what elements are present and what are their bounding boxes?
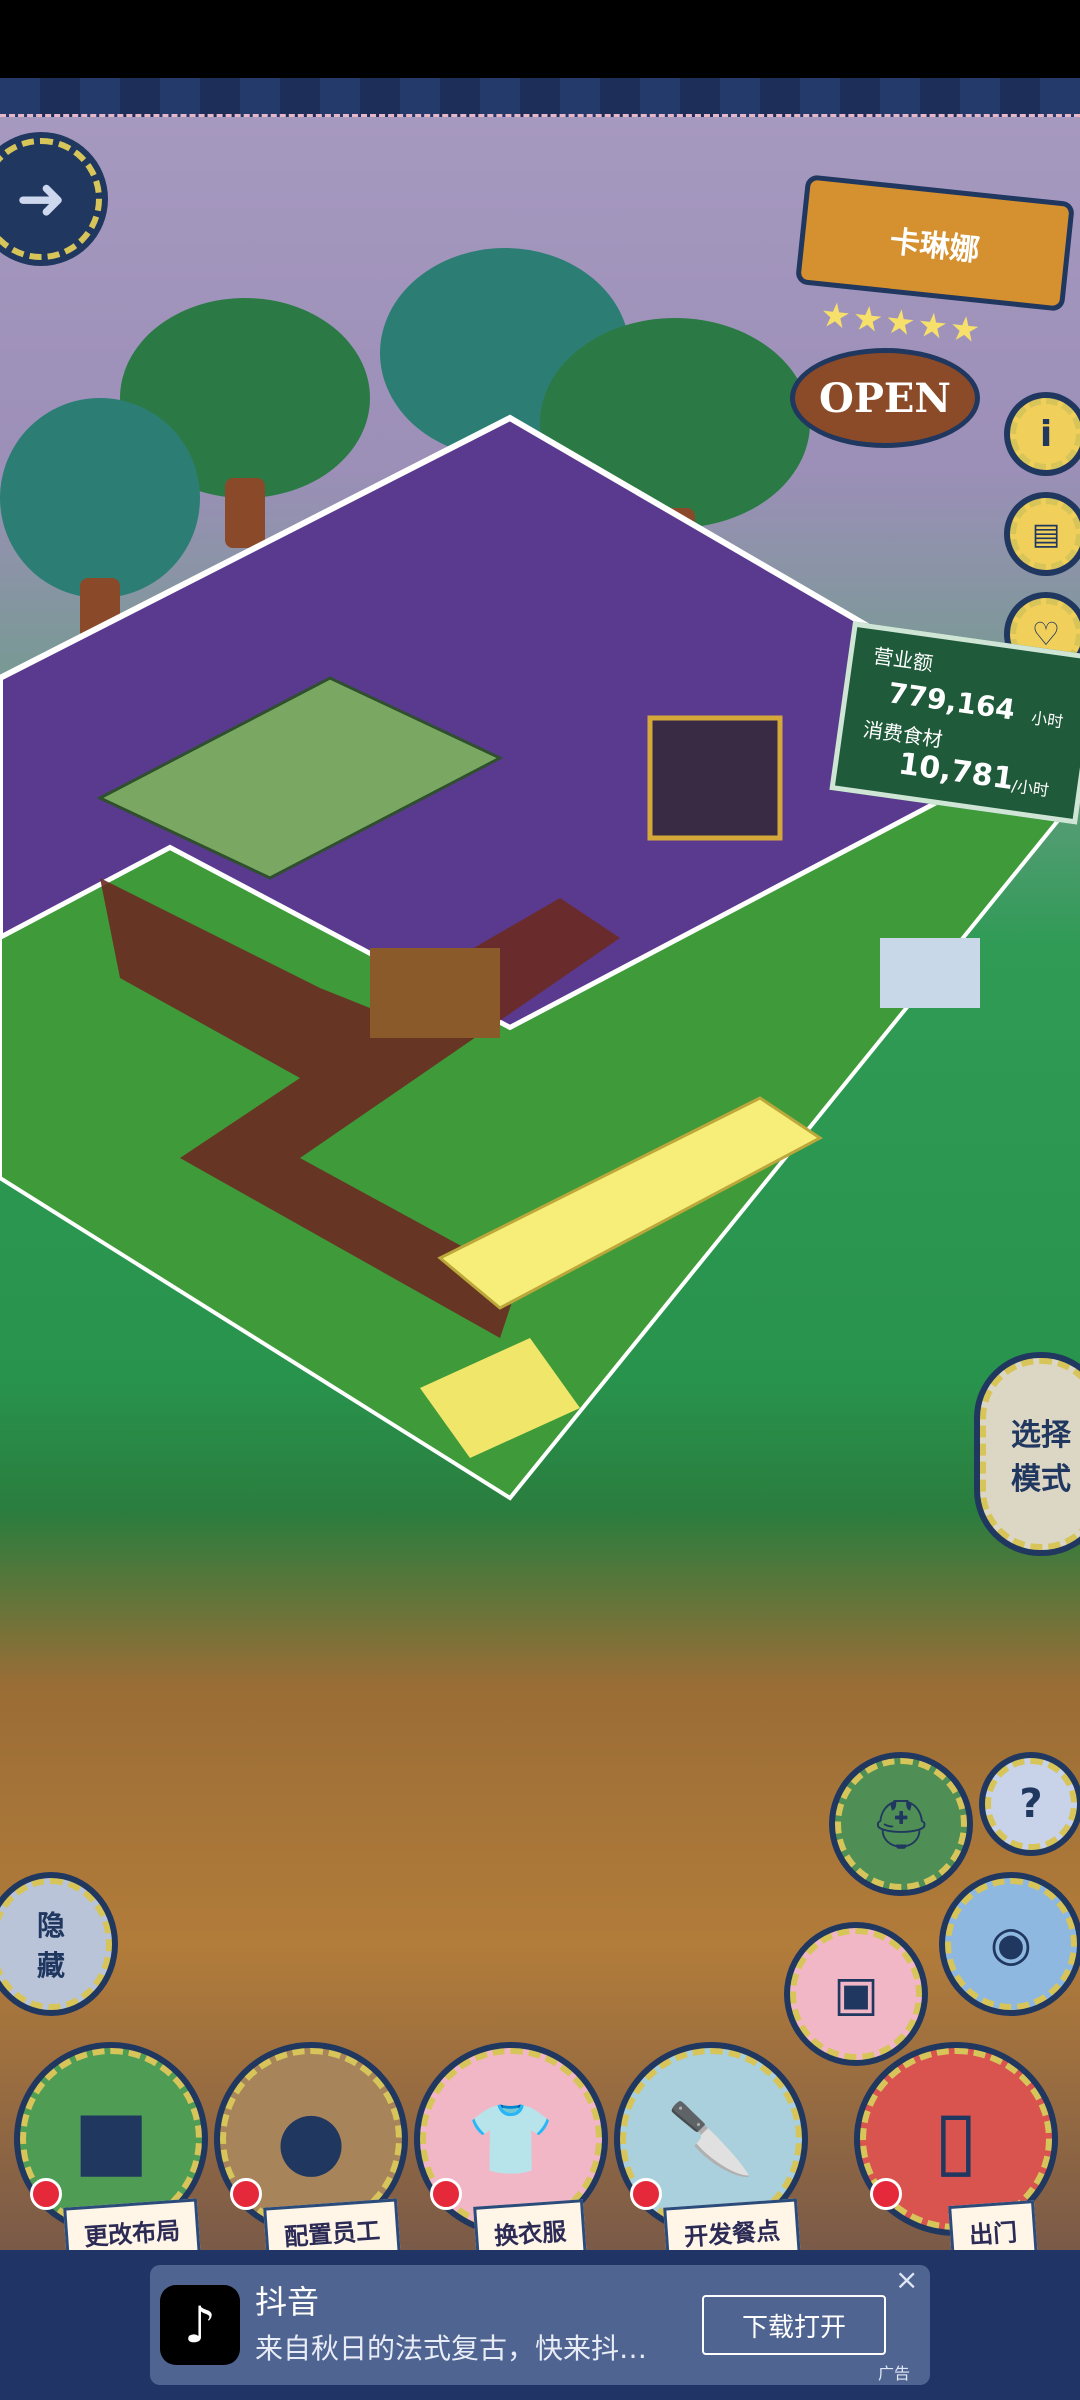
top-border — [0, 78, 1080, 117]
camera-button[interactable]: ◉ — [945, 1878, 1077, 2010]
help-button[interactable]: ? — [985, 1758, 1077, 1850]
pin-icon — [230, 2178, 262, 2210]
bear-icon: ● — [276, 2092, 346, 2186]
ad-app-name: 抖音 — [255, 2283, 320, 2321]
change-layout-button[interactable]: ■ 更改布局 — [20, 2048, 210, 2250]
revenue-label: 营业额 — [871, 643, 935, 676]
shop-sign[interactable]: 卡琳娜 ★★★★★ OPEN — [780, 174, 1080, 448]
hide-button[interactable]: 隐 藏 — [0, 1878, 112, 2010]
select-mode-button[interactable]: 选择 模式 — [980, 1358, 1080, 1550]
pin-icon — [870, 2178, 902, 2210]
change-clothes-label: 换衣服 — [473, 2199, 587, 2250]
hat-icon: ⛑ — [870, 1796, 932, 1853]
shirt-icon: 👕 — [467, 2097, 555, 2180]
change-layout-label: 更改布局 — [63, 2198, 201, 2250]
assign-staff-button[interactable]: ● 配置员工 — [220, 2048, 410, 2250]
ad-close-button[interactable]: × — [895, 2263, 918, 2296]
select-mode-label: 选择 模式 — [1011, 1418, 1071, 1497]
help-icon: ? — [1019, 1781, 1043, 1827]
wardrobe-hat-button[interactable]: ⛑ — [835, 1758, 967, 1890]
revenue-unit: 小时 — [1030, 708, 1065, 732]
pin-icon — [30, 2178, 62, 2210]
exit-label: 出门 — [948, 2200, 1038, 2250]
info-icon: i — [1039, 413, 1053, 455]
stats-board: 营业额 779,164 小时 消费食材 10,781 /小时 — [829, 621, 1080, 825]
arrow-right-icon: ➜ — [15, 164, 67, 234]
status-bar — [0, 0, 1080, 78]
shop-name: 卡琳娜 — [888, 224, 982, 269]
game-scene[interactable]: 卡琳娜 ★★★★★ OPEN ➜ i ▤ ♡ 营业额 779,164 小时 消费… — [0, 78, 1080, 2250]
ad-card[interactable]: ♪ 抖音 来自秋日的法式复古，快来抖… 下载打开 × 广告 — [150, 2263, 930, 2385]
rating-stars: ★★★★★ — [818, 294, 985, 352]
assign-staff-label: 配置员工 — [263, 2198, 401, 2250]
ingredients-value: 10,781 — [896, 746, 1016, 798]
ingredients-unit: /小时 — [1010, 776, 1051, 801]
develop-dishes-label: 开发餐点 — [663, 2198, 801, 2250]
restaurant-room[interactable] — [0, 378, 1080, 1578]
info-button[interactable]: i — [1010, 398, 1080, 470]
change-clothes-button[interactable]: 👕 换衣服 — [420, 2048, 610, 2250]
back-button[interactable]: ➜ — [0, 138, 102, 260]
ad-banner[interactable]: ♪ 抖音 来自秋日的法式复古，快来抖… 下载打开 × 广告 — [0, 2250, 1080, 2400]
pin-icon — [630, 2178, 662, 2210]
door-icon: ▯ — [933, 2092, 979, 2186]
tiktok-icon: ♪ — [160, 2285, 240, 2365]
picture-icon: ▣ — [833, 1966, 879, 2022]
open-status: OPEN — [819, 374, 951, 422]
cube-icon: ■ — [73, 2092, 149, 2186]
album-button[interactable]: ▣ — [790, 1928, 922, 2060]
ad-badge: 广告 — [878, 2364, 911, 2383]
hide-label: 隐 藏 — [36, 1909, 65, 1982]
pin-icon — [430, 2178, 462, 2210]
camera-icon: ◉ — [990, 1916, 1032, 1972]
exit-button[interactable]: ▯ 出门 — [860, 2048, 1060, 2250]
menu-book-button[interactable]: ▤ — [1010, 498, 1080, 570]
develop-dishes-button[interactable]: 🔪 开发餐点 — [620, 2048, 810, 2250]
ad-cta-button[interactable]: 下载打开 — [702, 2295, 886, 2355]
knife-icon: 🔪 — [667, 2097, 755, 2180]
ad-description: 来自秋日的法式复古，快来抖… — [255, 2332, 648, 2365]
book-icon: ▤ — [1031, 516, 1061, 552]
